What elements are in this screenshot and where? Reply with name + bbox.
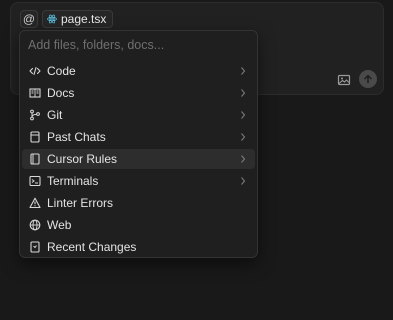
menu-item-web[interactable]: Web [22,215,255,235]
menu-item-label: Past Chats [47,130,106,144]
menu-item-git[interactable]: Git [22,105,255,125]
rules-icon [29,153,41,165]
image-icon[interactable] [337,73,351,87]
chevron-right-icon [239,88,247,98]
at-symbol: @ [22,12,36,26]
menu-item-recent-changes[interactable]: Recent Changes [22,237,255,257]
chevron-right-icon [239,66,247,76]
menu-item-label: Web [47,218,72,232]
chevron-right-icon [239,176,247,186]
menu-item-label: Recent Changes [47,240,137,254]
chevron-right-icon [239,154,247,164]
code-icon [29,65,41,77]
menu-item-label: Code [47,64,76,78]
menu-item-label: Cursor Rules [47,152,118,166]
menu-search-input[interactable]: Add files, folders, docs... [28,38,164,52]
terminal-icon [29,175,41,187]
context-file-chip[interactable]: page.tsx [42,10,114,28]
menu-item-cursor-rules[interactable]: Cursor Rules [22,149,255,169]
menu-item-label: Linter Errors [47,196,114,210]
menu-item-label: Terminals [47,174,99,188]
menu-item-label: Docs [47,86,75,100]
menu-item-linter-errors[interactable]: Linter Errors [22,193,255,213]
menu-item-code[interactable]: Code [22,61,255,81]
mention-button[interactable]: @ [20,10,38,28]
send-button[interactable] [359,70,377,88]
menu-item-label: Git [47,108,63,122]
menu-item-past-chats[interactable]: Past Chats [22,127,255,147]
arrow-up-icon [364,74,372,84]
git-branch-icon [29,109,41,121]
chat-icon [29,131,41,143]
book-icon [29,87,41,99]
mention-menu: Add files, folders, docs... Code Docs Gi… [19,30,258,258]
warning-icon [29,197,41,209]
react-icon [47,14,57,24]
history-icon [29,241,41,253]
menu-item-docs[interactable]: Docs [22,83,255,103]
chevron-right-icon [239,110,247,120]
globe-icon [29,219,41,231]
menu-item-terminals[interactable]: Terminals [22,171,255,191]
chevron-right-icon [239,132,247,142]
file-chip-label: page.tsx [61,12,107,26]
